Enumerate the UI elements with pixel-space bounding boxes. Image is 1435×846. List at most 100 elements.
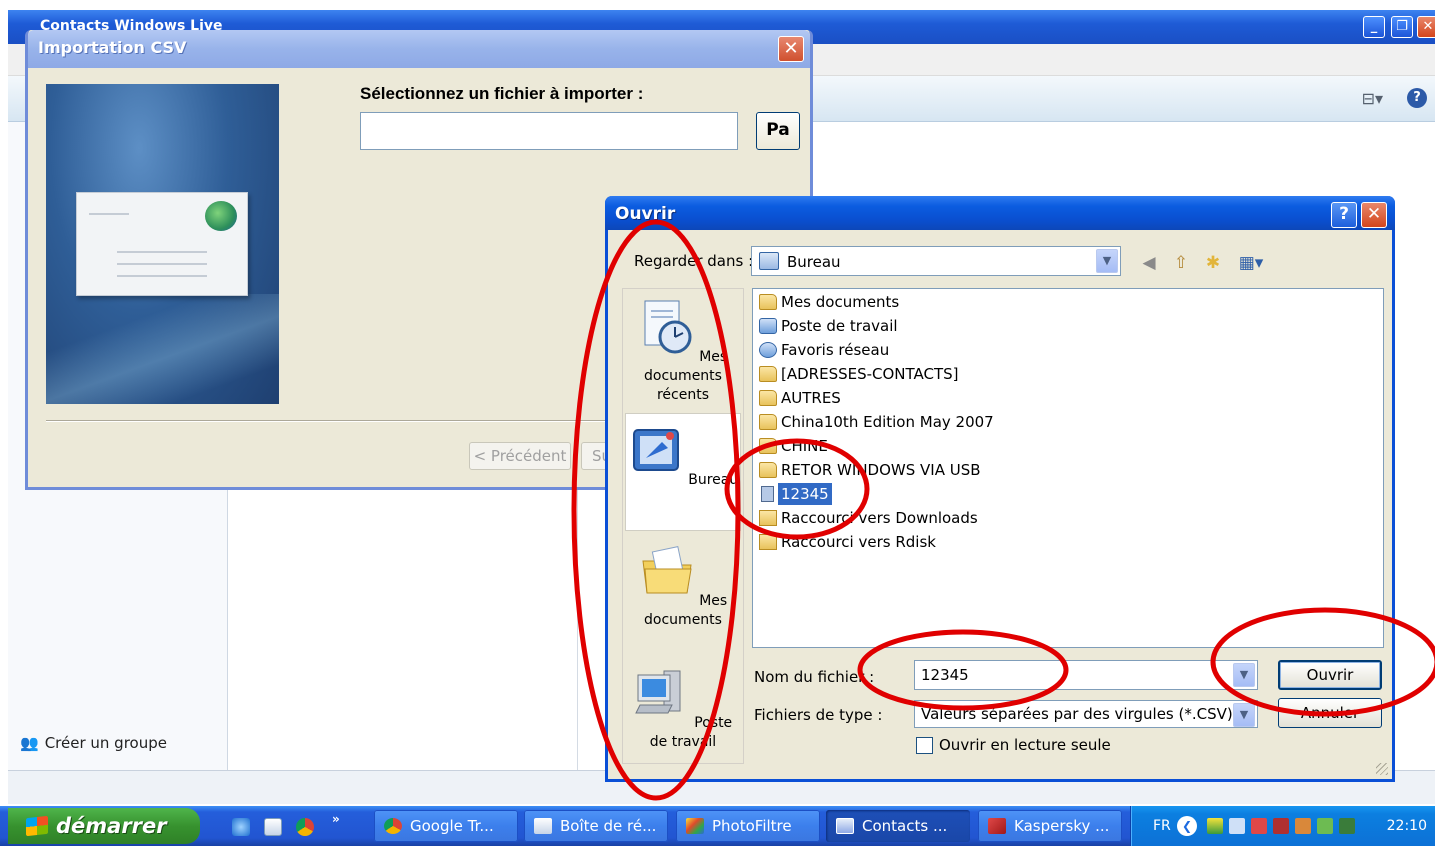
list-item[interactable]: Favoris réseau <box>759 339 889 361</box>
volume-icon[interactable] <box>1229 818 1245 834</box>
place-desktop[interactable]: Bureau <box>625 413 741 531</box>
import-dialog-title: Importation CSV <box>38 38 187 57</box>
network-tray-icon[interactable] <box>1207 818 1223 834</box>
globe-stamp-icon <box>205 201 237 231</box>
folder-icon <box>759 414 777 430</box>
import-dialog-titlebar: Importation CSV ✕ <box>28 30 810 68</box>
mail-icon <box>534 818 552 834</box>
list-item[interactable]: [ADRESSES-CONTACTS] <box>759 363 959 385</box>
photofiltre-icon <box>686 818 704 834</box>
my-computer-icon <box>635 670 681 714</box>
select-file-label: Sélectionnez un fichier à importer : <box>360 84 644 103</box>
show-hidden-icons-icon[interactable]: ❮ <box>1177 816 1197 836</box>
clock: 22:10 <box>1386 818 1427 834</box>
list-item-selected[interactable]: 12345 <box>759 483 832 505</box>
folder-icon <box>759 438 777 454</box>
desktop-icon <box>759 252 779 270</box>
filetype-dropdown[interactable]: Valeurs séparées par des virgules (*.CSV… <box>914 700 1258 728</box>
shortcut-icon <box>759 534 777 550</box>
language-indicator[interactable]: FR <box>1153 818 1171 834</box>
create-group-link[interactable]: 👥 Créer un groupe <box>20 734 167 752</box>
list-item[interactable]: RETOR WINDOWS VIA USB <box>759 459 981 481</box>
file-path-input[interactable] <box>360 112 738 150</box>
previous-button[interactable]: < Précédent <box>469 442 571 470</box>
up-folder-icon[interactable]: ⇧ <box>1170 252 1192 274</box>
list-item[interactable]: Mes documents <box>759 291 899 313</box>
task-photofiltre[interactable]: PhotoFiltre <box>676 810 820 842</box>
folder-icon <box>759 366 777 382</box>
place-my-documents[interactable]: Mes documents <box>625 535 741 653</box>
cancel-button[interactable]: Annuler <box>1278 698 1382 728</box>
task-inbox[interactable]: Boîte de ré... <box>524 810 668 842</box>
chrome-icon <box>384 818 402 834</box>
desktop-icon <box>632 429 679 471</box>
look-in-label: Regarder dans : <box>634 252 754 270</box>
browse-button[interactable]: Pa <box>756 112 800 150</box>
place-label: Mes documents récents <box>644 349 728 403</box>
look-in-value: Bureau <box>787 253 841 271</box>
close-button[interactable]: ✕ <box>1417 16 1435 38</box>
chrome-icon[interactable] <box>296 818 314 836</box>
filetype-label: Fichiers de type : <box>754 706 883 724</box>
csv-file-icon <box>761 486 774 502</box>
open-close-button[interactable]: ✕ <box>1361 202 1387 228</box>
readonly-label: Ouvrir en lecture seule <box>939 736 1111 754</box>
app-tray-icon[interactable] <box>1295 818 1311 834</box>
contacts-icon <box>836 818 854 834</box>
task-contacts[interactable]: Contacts ... <box>826 810 970 842</box>
restore-button[interactable]: ❐ <box>1391 16 1413 38</box>
app-tray-icon[interactable] <box>1317 818 1333 834</box>
start-label: démarrer <box>56 814 167 838</box>
open-dialog-title: Ouvrir <box>615 204 676 224</box>
places-bar: Mes documents récents Bureau Mes documen… <box>622 288 744 764</box>
views-menu-icon[interactable]: ▦▾ <box>1234 252 1268 274</box>
shortcut-icon <box>759 510 777 526</box>
envelope-icon <box>76 192 248 296</box>
task-kaspersky[interactable]: Kaspersky ... <box>978 810 1122 842</box>
my-documents-icon <box>642 546 692 594</box>
minimize-button[interactable]: _ <box>1363 16 1385 38</box>
folder-icon <box>759 390 777 406</box>
layout-icon[interactable]: ⊟▾ <box>1362 89 1383 108</box>
mail-icon[interactable] <box>264 818 282 836</box>
import-close-button[interactable]: ✕ <box>778 36 804 62</box>
list-item[interactable]: AUTRES <box>759 387 841 409</box>
folder-icon <box>759 462 777 478</box>
start-button[interactable]: démarrer <box>8 808 200 844</box>
task-google-translate[interactable]: Google Tr... <box>374 810 518 842</box>
chevron-down-icon[interactable]: ▼ <box>1233 663 1255 687</box>
readonly-checkbox[interactable]: Ouvrir en lecture seule <box>916 736 1111 754</box>
chevron-down-icon[interactable]: ▼ <box>1096 249 1118 273</box>
list-item[interactable]: Poste de travail <box>759 315 898 337</box>
resize-grip[interactable] <box>1376 763 1388 775</box>
help-icon[interactable]: ? <box>1407 88 1427 108</box>
back-icon[interactable]: ◀ <box>1138 252 1160 274</box>
file-list[interactable]: Mes documents Poste de travail Favoris r… <box>752 288 1384 648</box>
kaspersky-tray-icon[interactable] <box>1273 818 1289 834</box>
place-recent-documents[interactable]: Mes documents récents <box>625 291 741 409</box>
place-label: Bureau <box>688 472 739 488</box>
filename-value: 12345 <box>921 666 969 684</box>
checkbox-box[interactable] <box>916 736 933 754</box>
look-in-dropdown[interactable]: Bureau ▼ <box>751 246 1121 276</box>
import-wizard-illustration <box>46 84 279 404</box>
antivirus-tray-icon[interactable] <box>1251 818 1267 834</box>
list-item[interactable]: CHINE <box>759 435 828 457</box>
filetype-value: Valeurs séparées par des virgules (*.CSV… <box>921 705 1233 723</box>
new-folder-icon[interactable]: ✱ <box>1202 252 1224 274</box>
taskbar: démarrer » Google Tr... Boîte de ré... P… <box>0 806 1435 846</box>
app-tray-icon[interactable] <box>1339 818 1355 834</box>
internet-explorer-icon[interactable] <box>232 818 250 836</box>
quicklaunch-more-icon[interactable]: » <box>332 812 340 826</box>
my-computer-icon <box>759 318 777 334</box>
place-my-computer[interactable]: Poste de travail <box>625 657 741 775</box>
group-icon: 👥 <box>20 734 39 752</box>
help-button[interactable]: ? <box>1331 202 1357 228</box>
chevron-down-icon[interactable]: ▼ <box>1233 703 1255 727</box>
open-button[interactable]: Ouvrir <box>1278 660 1382 690</box>
filename-field[interactable]: 12345 ▼ <box>914 660 1258 690</box>
open-dialog-titlebar: Ouvrir ? ✕ <box>605 196 1395 230</box>
list-item[interactable]: Raccourci vers Rdisk <box>759 531 936 553</box>
list-item[interactable]: Raccourci vers Downloads <box>759 507 978 529</box>
list-item[interactable]: China10th Edition May 2007 <box>759 411 994 433</box>
